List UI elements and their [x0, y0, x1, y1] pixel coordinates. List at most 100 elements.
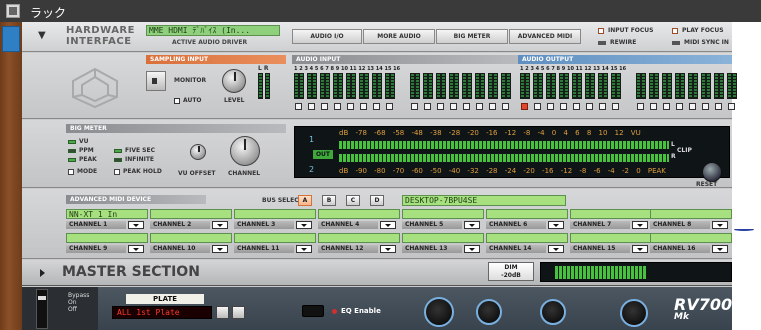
- channel-select-button[interactable]: [560, 103, 567, 110]
- dropdown-arrow-icon[interactable]: [464, 221, 480, 229]
- expand-arrow-icon[interactable]: [40, 269, 45, 277]
- program-display[interactable]: ALL 1st Plate: [112, 306, 212, 319]
- dropdown-arrow-icon[interactable]: [380, 221, 396, 229]
- level-knob[interactable]: [222, 69, 246, 93]
- audio-io-button[interactable]: AUDIO I/O: [292, 29, 362, 44]
- midi-channel-16[interactable]: CHANNEL 16: [650, 233, 732, 255]
- hold-infinite[interactable]: INFINITE: [114, 156, 154, 163]
- channel-select-button[interactable]: [534, 103, 541, 110]
- mode-peak[interactable]: PEAK: [68, 156, 97, 163]
- dropdown-arrow-icon[interactable]: [296, 245, 312, 253]
- channel-select-button[interactable]: [347, 103, 354, 110]
- patch-browse-button[interactable]: [216, 306, 229, 319]
- channel-select-button[interactable]: [663, 103, 670, 110]
- midi-channel-8[interactable]: CHANNEL 8: [650, 209, 732, 231]
- channel-select-button[interactable]: [450, 103, 457, 110]
- vu-offset-knob[interactable]: [190, 144, 206, 160]
- midi-channel-1[interactable]: NN-XT 1 In CHANNEL 1: [66, 209, 148, 231]
- dim-button[interactable]: DIM -20dB: [488, 262, 534, 281]
- dropdown-arrow-icon[interactable]: [296, 221, 312, 229]
- channel-select-button[interactable]: [373, 103, 380, 110]
- dropdown-arrow-icon[interactable]: [128, 221, 144, 229]
- more-audio-button[interactable]: MORE AUDIO: [363, 29, 435, 44]
- dropdown-arrow-icon[interactable]: [212, 245, 228, 253]
- dropdown-arrow-icon[interactable]: [712, 245, 728, 253]
- advanced-midi-button[interactable]: ADVANCED MIDI: [509, 29, 581, 44]
- channel-select-button[interactable]: [650, 103, 657, 110]
- collapse-caret-icon[interactable]: ▼: [38, 30, 46, 41]
- auto-checkbox[interactable]: AUTO: [174, 97, 202, 104]
- channel-select-button[interactable]: [321, 103, 328, 110]
- bus-d-button[interactable]: D: [370, 195, 384, 206]
- dropdown-arrow-icon[interactable]: [464, 245, 480, 253]
- channel-select-button[interactable]: [521, 103, 528, 110]
- midi-channel-10[interactable]: CHANNEL 10: [150, 233, 232, 255]
- channel-select-button[interactable]: [676, 103, 683, 110]
- rv-knob-1[interactable]: [424, 297, 454, 327]
- rv-knob-4[interactable]: [620, 299, 648, 327]
- bus-b-button[interactable]: B: [322, 195, 336, 206]
- midi-channel-11[interactable]: CHANNEL 11: [234, 233, 316, 255]
- channel-select-button[interactable]: [360, 103, 367, 110]
- bus-a-button[interactable]: A: [298, 195, 312, 206]
- eq-enable-button[interactable]: [302, 305, 324, 317]
- dropdown-arrow-icon[interactable]: [548, 245, 564, 253]
- mode-button[interactable]: MODE: [68, 168, 97, 175]
- midi-channel-14[interactable]: CHANNEL 14: [486, 233, 568, 255]
- channel-select-button[interactable]: [715, 103, 722, 110]
- channel-select-button[interactable]: [637, 103, 644, 110]
- channel-select-button[interactable]: [463, 103, 470, 110]
- bypass-switch[interactable]: [36, 289, 48, 329]
- channel-select-button[interactable]: [386, 103, 393, 110]
- midi-channel-5[interactable]: CHANNEL 5: [402, 209, 484, 231]
- channel-select-button[interactable]: [702, 103, 709, 110]
- reset-button[interactable]: [702, 162, 722, 182]
- channel-knob[interactable]: [230, 136, 260, 166]
- midi-channel-12[interactable]: CHANNEL 12: [318, 233, 400, 255]
- rv-knob-2[interactable]: [476, 299, 502, 325]
- channel-select-button[interactable]: [424, 103, 431, 110]
- midi-channel-15[interactable]: CHANNEL 15: [570, 233, 652, 255]
- channel-select-button[interactable]: [308, 103, 315, 110]
- midi-channel-9[interactable]: CHANNEL 9: [66, 233, 148, 255]
- monitor-speaker-button[interactable]: [146, 71, 166, 91]
- channel-select-button[interactable]: [334, 103, 341, 110]
- mode-vu[interactable]: VU: [68, 138, 89, 145]
- midi-channel-13[interactable]: CHANNEL 13: [402, 233, 484, 255]
- midi-channel-7[interactable]: CHANNEL 7: [570, 209, 652, 231]
- channel-select-button[interactable]: [547, 103, 554, 110]
- peak-hold-button[interactable]: PEAK HOLD: [114, 168, 162, 175]
- bus-c-button[interactable]: C: [346, 195, 360, 206]
- channel-select-button[interactable]: [689, 103, 696, 110]
- channel-select-button[interactable]: [489, 103, 496, 110]
- midi-channel-4[interactable]: CHANNEL 4: [318, 209, 400, 231]
- channel-select-button[interactable]: [612, 103, 619, 110]
- rack-clamp[interactable]: [2, 26, 20, 52]
- dropdown-arrow-icon[interactable]: [632, 221, 648, 229]
- dropdown-arrow-icon[interactable]: [380, 245, 396, 253]
- input-focus-check[interactable]: INPUT FOCUS: [598, 27, 654, 34]
- play-focus-check[interactable]: PLAY FOCUS: [672, 27, 724, 34]
- mode-ppm[interactable]: PPM: [68, 147, 94, 154]
- patch-save-icon[interactable]: [232, 306, 245, 319]
- big-meter-button[interactable]: BIG METER: [436, 29, 508, 44]
- channel-select-button[interactable]: [411, 103, 418, 110]
- channel-select-button[interactable]: [437, 103, 444, 110]
- channel-select-button[interactable]: [573, 103, 580, 110]
- midi-channel-3[interactable]: CHANNEL 3: [234, 209, 316, 231]
- dropdown-arrow-icon[interactable]: [548, 221, 564, 229]
- dropdown-arrow-icon[interactable]: [128, 245, 144, 253]
- midi-channel-6[interactable]: CHANNEL 6: [486, 209, 568, 231]
- audio-driver-display[interactable]: MME HDMI ﾃﾞﾊﾞｲｽ (In...: [146, 25, 280, 36]
- channel-select-button[interactable]: [586, 103, 593, 110]
- dropdown-arrow-icon[interactable]: [712, 221, 728, 229]
- hold-five-sec[interactable]: FIVE SEC: [114, 147, 155, 154]
- midi-channel-2[interactable]: CHANNEL 2: [150, 209, 232, 231]
- channel-select-button[interactable]: [476, 103, 483, 110]
- channel-select-button[interactable]: [728, 103, 735, 110]
- channel-select-button[interactable]: [502, 103, 509, 110]
- channel-select-button[interactable]: [599, 103, 606, 110]
- rv-knob-3[interactable]: [540, 299, 566, 325]
- dropdown-arrow-icon[interactable]: [212, 221, 228, 229]
- channel-select-button[interactable]: [295, 103, 302, 110]
